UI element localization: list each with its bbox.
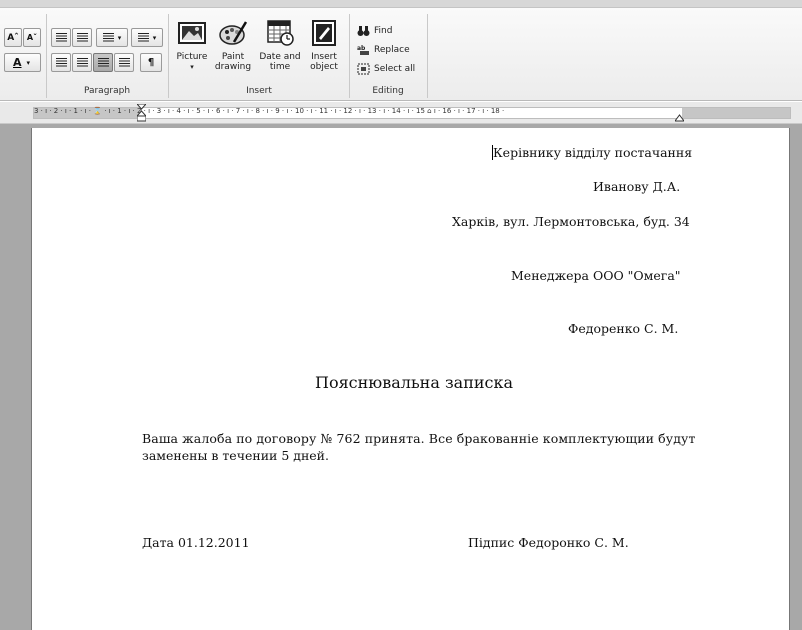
decrease-indent-icon (55, 33, 67, 42)
chevron-down-icon: ▾ (117, 33, 122, 42)
justify-icon (118, 58, 130, 67)
font-color-button[interactable]: A ▾ (4, 53, 41, 72)
ribbon-tab-strip (0, 0, 802, 8)
insert-object-button[interactable]: Insert object (304, 18, 344, 72)
paint-drawing-label: Paint drawing (214, 52, 252, 72)
increase-indent-icon (76, 33, 88, 42)
body-line-1: Ваша жалоба по договору № 762 принята. В… (142, 431, 696, 446)
paint-drawing-button[interactable]: Paint drawing (211, 18, 255, 72)
select-all-icon (357, 63, 370, 75)
group-separator (46, 14, 47, 98)
align-center-button[interactable] (72, 53, 92, 72)
group-separator (349, 14, 350, 98)
document-title: Пояснювальна записка (315, 373, 514, 392)
binoculars-icon (357, 25, 370, 37)
replace-button[interactable]: ab Replace (357, 42, 410, 58)
decrease-indent-button[interactable] (51, 28, 71, 47)
date-line: Дата 01.12.2011 (142, 535, 250, 550)
sender-line-2: Федоренко С. М. (568, 321, 679, 336)
line-spacing-icon (137, 33, 149, 42)
align-left-icon (55, 58, 67, 67)
replace-label: Replace (374, 45, 410, 55)
picture-button[interactable]: Picture ▾ (174, 18, 210, 72)
left-indent-marker[interactable] (135, 103, 148, 122)
replace-icon: ab (357, 44, 370, 56)
picture-label: Picture (176, 52, 208, 62)
paragraph-icon: ¶ (147, 57, 155, 68)
sender-line-1: Менеджера ООО "Омега" (511, 268, 681, 283)
ribbon: Aˆ Aˇ A ▾ ▾ ▾ ¶ Paragraph Picture ▾ Pain… (0, 0, 802, 101)
select-all-button[interactable]: Select all (357, 61, 415, 77)
align-right-button[interactable] (93, 53, 113, 72)
grow-font-icon: Aˆ (7, 32, 19, 43)
group-separator (168, 14, 169, 98)
paragraph-group-label: Paragraph (83, 86, 131, 96)
increase-indent-button[interactable] (72, 28, 92, 47)
picture-icon (177, 18, 207, 48)
chevron-down-icon: ▾ (190, 63, 194, 71)
paragraph-button[interactable]: ¶ (140, 53, 162, 72)
paint-palette-icon (218, 18, 248, 48)
find-label: Find (374, 26, 393, 36)
justify-button[interactable] (114, 53, 134, 72)
addressee-line-1: Керівнику відділу постачання (493, 145, 693, 160)
insert-object-label: Insert object (310, 52, 338, 72)
align-center-icon (76, 58, 88, 67)
insert-object-icon (309, 18, 339, 48)
date-and-time-label: Date and time (259, 52, 301, 72)
addressee-line-2: Иванову Д.А. (593, 179, 681, 194)
line-spacing-button[interactable]: ▾ (131, 28, 163, 47)
calendar-clock-icon (265, 18, 295, 48)
insert-group-label: Insert (246, 86, 272, 96)
editing-group-label: Editing (372, 86, 404, 96)
chevron-down-icon: ▾ (26, 58, 31, 67)
group-separator (427, 14, 428, 98)
body-line-2: заменены в течении 5 дней. (142, 448, 329, 463)
grow-font-button[interactable]: Aˆ (4, 28, 22, 47)
find-button[interactable]: Find (357, 23, 392, 39)
select-all-label: Select all (374, 64, 416, 74)
addressee-line-3: Харків, вул. Лермонтовська, буд. 34 (452, 214, 690, 229)
align-left-button[interactable] (51, 53, 71, 72)
shrink-font-button[interactable]: Aˇ (23, 28, 41, 47)
horizontal-ruler[interactable]: 3 · ı · 2 · ı · 1 · ı · ⌛ · ı · 1 · ı · … (0, 102, 802, 124)
right-indent-marker[interactable] (674, 104, 685, 122)
date-and-time-button[interactable]: Date and time (257, 18, 303, 72)
shrink-font-icon: Aˇ (26, 33, 38, 42)
align-right-icon (97, 58, 109, 67)
font-color-icon: A (13, 56, 22, 69)
svg-text:ab: ab (357, 45, 366, 52)
chevron-down-icon: ▾ (152, 33, 157, 42)
bullet-list-icon (102, 33, 114, 42)
bullets-button[interactable]: ▾ (96, 28, 128, 47)
signature-line: Підпис Федоронко С. М. (468, 535, 629, 550)
